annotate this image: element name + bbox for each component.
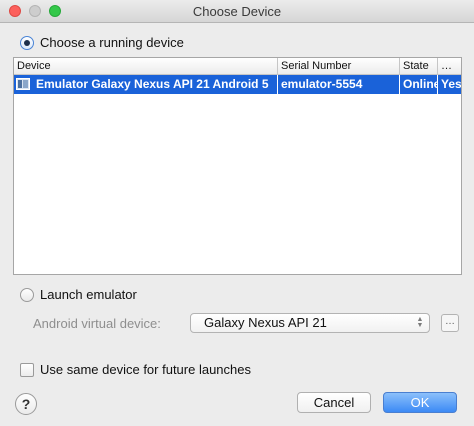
device-icon [16, 78, 30, 90]
same-device-checkbox[interactable] [20, 363, 34, 377]
column-header-device[interactable]: Device [14, 58, 278, 74]
table-header: Device Serial Number State … [14, 58, 461, 75]
updown-arrows-icon: ▲ ▼ [416, 316, 424, 329]
choose-running-device-label[interactable]: Choose a running device [40, 35, 184, 50]
device-cell: Emulator Galaxy Nexus API 21 Android 5 [33, 75, 278, 94]
avd-selected-value: Galaxy Nexus API 21 [204, 315, 327, 330]
choose-running-device-radio[interactable] [20, 36, 34, 50]
launch-emulator-label[interactable]: Launch emulator [40, 287, 137, 302]
column-header-more[interactable]: … [438, 58, 461, 74]
cancel-button[interactable]: Cancel [297, 392, 371, 413]
same-device-label[interactable]: Use same device for future launches [40, 362, 251, 377]
avd-select[interactable]: Galaxy Nexus API 21 ▲ ▼ [190, 313, 430, 333]
compatible-cell: Yes [441, 77, 462, 91]
help-button[interactable]: ? [15, 393, 37, 415]
column-header-serial-number[interactable]: Serial Number [278, 58, 400, 74]
title-bar: Choose Device [0, 0, 474, 23]
table-row[interactable]: Emulator Galaxy Nexus API 21 Android 5 e… [14, 75, 461, 94]
device-table[interactable]: Device Serial Number State … Emulator Ga… [13, 57, 462, 275]
column-header-state[interactable]: State [400, 58, 438, 74]
serial-cell: emulator-5554 [278, 75, 400, 94]
window-title: Choose Device [192, 4, 282, 19]
launch-emulator-radio[interactable] [20, 288, 34, 302]
state-cell: Online [400, 75, 438, 94]
ok-button[interactable]: OK [383, 392, 457, 413]
avd-label: Android virtual device: [33, 316, 161, 331]
avd-more-button[interactable]: … [441, 314, 459, 332]
